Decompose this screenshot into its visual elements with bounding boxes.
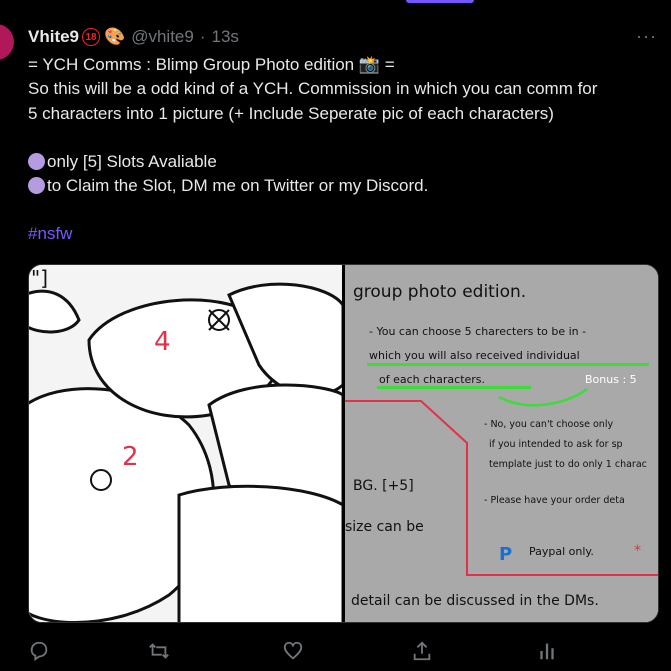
character-number: 4 [154,327,171,357]
tweet-header: Vhite9 18 🎨 @vhite9 · 13s [28,26,239,48]
bullet-line: only [5] Slots Avaliable [28,150,668,174]
age-badge: 18 [82,28,101,46]
bg-label: BG. [+5] [353,478,414,494]
hashtag-link[interactable]: #nsfw [28,224,72,243]
purple-circle-icon [28,177,45,195]
text-line: = YCH Comms : Blimp Group Photo edition … [28,55,395,74]
tweet-text: = YCH Comms : Blimp Group Photo edition … [28,53,668,247]
media-text: template just to do only 1 charac [489,459,647,470]
media-text: if you intended to ask for sp [489,439,623,450]
size-label: size can be [345,519,424,535]
media-text: - Please have your order deta [484,495,625,506]
media-text: which you will also received individual [369,349,580,362]
media-text: - No, you can't choose only [484,419,613,430]
more-options-icon[interactable]: ··· [636,26,657,47]
paypal-text: Paypal only. [529,545,594,558]
action-bar [28,640,628,664]
asterisk-icon: * [634,543,641,559]
bullet-text: only [5] Slots Avaliable [47,151,217,171]
paypal-icon: P [499,544,512,565]
text-line: So this will be a odd kind of a YCH. Com… [28,79,598,99]
timestamp[interactable]: 13s [212,27,239,47]
separator-dot: · [199,27,206,46]
character-number: 2 [122,442,139,472]
media-heading: group photo edition. [353,282,526,302]
display-name[interactable]: Vhite9 [28,27,79,47]
reply-icon[interactable] [28,640,50,662]
purple-circle-icon [28,152,45,170]
retweet-icon[interactable] [148,640,170,662]
tweet-media-image[interactable]: "] 4 2 group photo edition. - You can ch… [28,264,659,623]
media-fragment-text: "] [31,266,48,290]
media-artwork: "] 4 2 group photo edition. - You can ch… [29,265,658,622]
handle[interactable]: @vhite9 [131,27,194,47]
text-line: 5 characters into 1 picture (+ Include S… [28,103,554,123]
top-accent-bar [406,0,474,3]
bullet-line: to Claim the Slot, DM me on Twitter or m… [28,174,668,198]
media-text: - You can choose 5 charecters to be in - [369,325,586,338]
analytics-icon[interactable] [536,640,558,662]
media-footer-text: detail can be discussed in the DMs. [351,593,599,609]
share-icon[interactable] [411,640,433,662]
media-text: of each characters. [379,373,485,386]
bonus-text: Bonus : 5 [585,373,637,386]
like-icon[interactable] [282,640,304,662]
bullet-text: to Claim the Slot, DM me on Twitter or m… [47,176,429,196]
palette-emoji: 🎨 [104,27,126,46]
avatar[interactable] [0,24,14,60]
